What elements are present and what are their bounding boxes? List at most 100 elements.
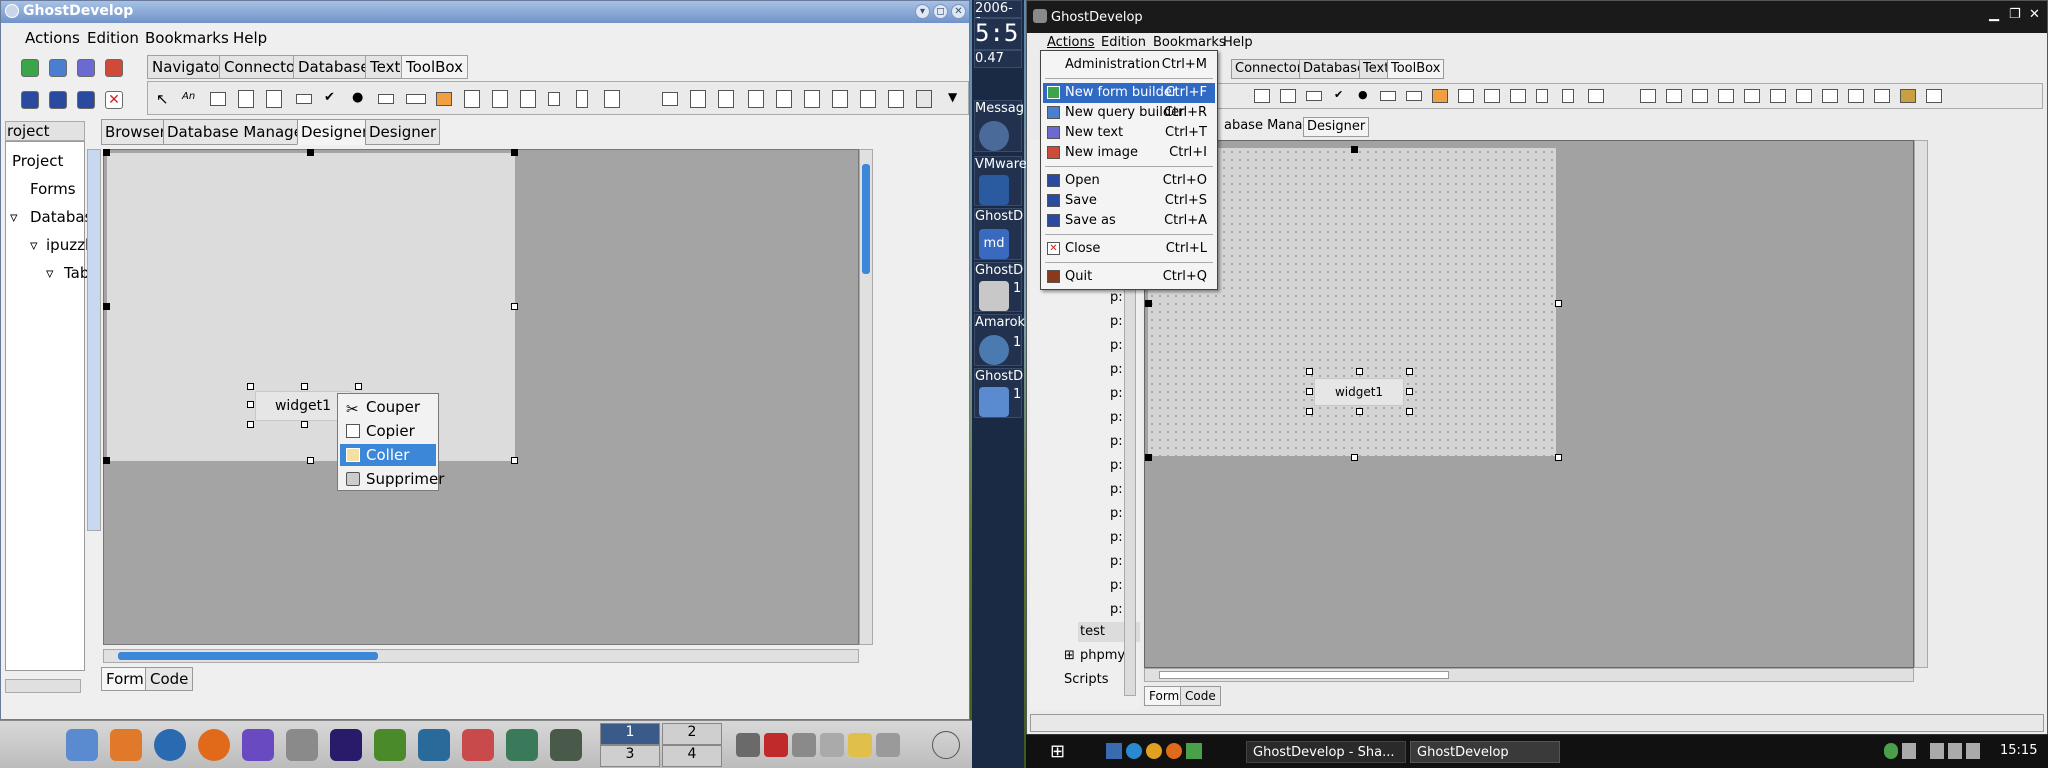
volume-icon[interactable] — [1930, 743, 1944, 759]
tree-item-tables[interactable]: Tab — [64, 264, 89, 282]
checkbox-tool-icon[interactable]: ✔ — [1334, 88, 1343, 101]
clock-icon[interactable] — [932, 731, 960, 759]
menu-item-quit[interactable]: Quit Ctrl+Q — [1043, 267, 1215, 287]
widget-handle[interactable] — [247, 421, 254, 428]
layout-tool-icon[interactable] — [604, 90, 620, 108]
form-handle[interactable] — [307, 457, 314, 464]
minimize-icon[interactable]: ▁ — [1989, 7, 1999, 22]
widget-handle[interactable] — [301, 383, 308, 390]
menu-item-open[interactable]: Open Ctrl+O — [1043, 171, 1215, 191]
menu-edition[interactable]: Edition — [1101, 35, 1146, 50]
form-handle[interactable] — [307, 149, 314, 156]
spinbox-tool-icon[interactable] — [1380, 91, 1396, 101]
start-icon[interactable]: ⊞ — [1050, 741, 1065, 762]
dotgrid-tool-icon[interactable] — [860, 90, 876, 108]
lineedit-tool-icon[interactable] — [1254, 89, 1270, 103]
form-handle[interactable] — [103, 457, 110, 464]
radio-tool-icon[interactable]: ● — [352, 90, 363, 105]
tab-browser[interactable]: Browser — [101, 119, 170, 145]
tree-item[interactable]: p: — [1110, 506, 1123, 521]
tab-code[interactable]: Code — [145, 667, 194, 691]
tabwidget-tool-icon[interactable] — [1510, 89, 1526, 103]
widget-handle[interactable] — [1356, 408, 1363, 415]
numeric-tool-icon[interactable] — [406, 94, 426, 104]
task-ghostd-1[interactable]: GhostD md — [974, 208, 1023, 260]
widget-handle[interactable] — [355, 383, 362, 390]
vbox-tool-icon[interactable] — [1666, 89, 1682, 103]
close-icon[interactable]: ✕ — [2029, 7, 2040, 22]
systray-icon[interactable] — [876, 733, 900, 757]
tab-designer[interactable]: Designer — [365, 119, 441, 145]
menu-item-couper[interactable]: ✂ Couper — [340, 396, 436, 418]
tree-item[interactable]: p: — [1110, 554, 1123, 569]
extra-tool-icon[interactable] — [1926, 89, 1942, 103]
tree-item[interactable]: p: — [1110, 458, 1123, 473]
tree-item-ipuzzle[interactable]: ipuzzl — [46, 236, 89, 254]
groupbox-tool-icon[interactable] — [1484, 89, 1500, 103]
package-icon[interactable] — [506, 729, 538, 761]
task-ghostd-3[interactable]: GhostD 1 — [974, 368, 1023, 418]
screen-icon[interactable] — [418, 729, 450, 761]
display-icon[interactable] — [1948, 743, 1962, 759]
tree-item[interactable]: p: — [1110, 578, 1123, 593]
form-handle[interactable] — [1351, 146, 1358, 153]
rows-tool-icon[interactable] — [804, 90, 820, 108]
close-icon[interactable]: ✕ — [951, 4, 966, 19]
stellarium-icon[interactable] — [330, 729, 362, 761]
task-messag[interactable]: Messag — [974, 100, 1024, 152]
tree-hscrollbar[interactable] — [5, 679, 81, 693]
menu-item-new-image[interactable]: New image Ctrl+I — [1043, 143, 1215, 163]
widget-handle[interactable] — [1356, 368, 1363, 375]
chrome-icon[interactable] — [1146, 743, 1162, 759]
utility-icon[interactable] — [462, 729, 494, 761]
new-text-icon[interactable] — [77, 59, 95, 77]
menu-item-close[interactable]: ✕ Close Ctrl+L — [1043, 239, 1215, 259]
form-handle[interactable] — [1351, 454, 1358, 461]
tab-database-manager[interactable]: Database Manager — [163, 119, 314, 145]
home-icon[interactable] — [110, 729, 142, 761]
task-amarok[interactable]: Amarok 1 — [974, 314, 1025, 366]
tab-form[interactable]: Form — [101, 667, 149, 691]
systray-icon[interactable] — [792, 733, 816, 757]
tree-item-project[interactable]: Project — [12, 152, 63, 170]
image-tool-icon[interactable] — [1432, 89, 1448, 103]
tree-item[interactable]: p: — [1110, 338, 1123, 353]
menu-item-supprimer[interactable]: Supprimer — [340, 468, 444, 490]
form-handle[interactable] — [1145, 454, 1152, 461]
groupbox-tool-icon[interactable] — [492, 90, 508, 108]
menu-item-new-text[interactable]: New text Ctrl+T — [1043, 123, 1215, 143]
maximize-icon[interactable]: ❐ — [2009, 7, 2021, 22]
designer-vscrollbar-left[interactable] — [87, 149, 101, 531]
new-image-icon[interactable] — [105, 59, 123, 77]
tree-header[interactable]: roject — [5, 121, 85, 141]
form-handle[interactable] — [1555, 454, 1562, 461]
folder-tool-icon[interactable] — [1900, 89, 1916, 103]
network-icon[interactable] — [1902, 743, 1916, 759]
form-handle[interactable] — [511, 149, 518, 156]
widget-handle[interactable] — [1306, 368, 1313, 375]
frame-tool-icon[interactable] — [266, 90, 282, 108]
widget-handle[interactable] — [1406, 388, 1413, 395]
browser-icon[interactable] — [154, 729, 186, 761]
vscroll-thumb[interactable] — [862, 164, 870, 274]
new-query-icon[interactable] — [49, 59, 67, 77]
list-tool-icon[interactable] — [1796, 89, 1812, 103]
dotgrid2-tool-icon[interactable] — [1848, 89, 1864, 103]
tree-item-test[interactable]: test — [1080, 624, 1105, 639]
form-handle[interactable] — [511, 303, 518, 310]
menu-item-administration[interactable]: Administration Ctrl+M — [1043, 55, 1215, 75]
form-handle[interactable] — [103, 303, 110, 310]
hscroll-thumb[interactable] — [1159, 671, 1449, 679]
tree-item[interactable]: p: — [1110, 314, 1123, 329]
widget-handle[interactable] — [1306, 408, 1313, 415]
table-tool-icon[interactable] — [1458, 89, 1474, 103]
vbox-tool-icon[interactable] — [690, 90, 706, 108]
expand-icon[interactable]: ▿ — [46, 264, 54, 282]
menu-actions[interactable]: Actions — [25, 29, 80, 47]
widget-handle[interactable] — [301, 421, 308, 428]
firefox-icon[interactable] — [198, 729, 230, 761]
tree-item[interactable]: p: — [1110, 434, 1123, 449]
task-vmware[interactable]: VMware — [974, 156, 1027, 206]
widget1-button[interactable]: widget1 — [1314, 378, 1404, 406]
tab-toolbox[interactable]: ToolBox — [1387, 59, 1445, 79]
